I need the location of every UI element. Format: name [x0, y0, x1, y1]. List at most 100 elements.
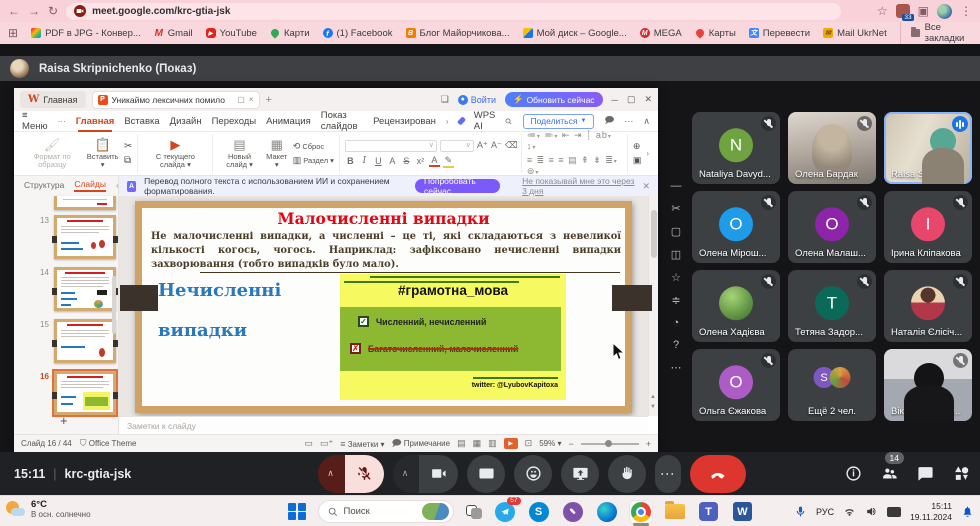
comment-toggle[interactable]: 🗩 Примечание — [392, 436, 451, 452]
more-dots-icon[interactable]: ⋯ — [671, 361, 682, 374]
next-slide-icon[interactable]: ▼ — [650, 404, 656, 410]
bookmark-item[interactable]: 文 Перевести — [748, 28, 810, 39]
close-icon[interactable]: ✕ — [644, 94, 652, 105]
add-slide-button[interactable]: + — [60, 413, 68, 428]
format-painter-button[interactable]: 🖌 Формат по образцу — [23, 138, 81, 170]
cut-icon[interactable]: ✂ — [124, 141, 132, 152]
theme-label[interactable]: ⛉ Office Theme — [80, 438, 137, 449]
taskbar-app-explorer[interactable] — [664, 501, 686, 523]
bold-button[interactable]: B — [345, 156, 356, 166]
participant-tile[interactable]: O Ольга Єжакова — [692, 349, 780, 421]
ribbon-tab-transitions[interactable]: Переходы — [212, 116, 257, 127]
dismiss-link[interactable]: Не показывай мне это через 3 дня — [522, 176, 634, 196]
text-box-icon[interactable]: ▣ — [633, 155, 642, 166]
normal-view-icon[interactable]: ▤ — [457, 438, 466, 449]
layout-button[interactable]: ▦ Макет ▾ — [266, 138, 288, 170]
wps-home-tab[interactable]: W Главная — [20, 91, 86, 108]
reset-button[interactable]: ⟲ Сброс — [293, 141, 334, 152]
section-button[interactable]: ▥ Раздел ▾ — [293, 155, 334, 166]
star-icon[interactable]: ☆ — [671, 271, 681, 284]
extension-icon[interactable]: 33 — [895, 4, 914, 21]
prev-slide-icon[interactable]: ▲ — [650, 394, 656, 400]
zoom-level[interactable]: 59% ▾ — [539, 439, 561, 448]
menu-dots-icon[interactable]: ⋮ — [960, 5, 972, 17]
history-clock-icon[interactable]: ◔ — [673, 317, 680, 329]
participant-tile[interactable]: T Тетяна Задор... — [788, 270, 876, 342]
back-icon[interactable]: ← — [8, 5, 20, 17]
ribbon-tab-design[interactable]: Дизайн — [170, 116, 202, 127]
search-icon[interactable] — [505, 116, 512, 127]
weather-widget[interactable]: 6°C В осн. солнечно — [6, 499, 91, 519]
more-options-button[interactable]: ⋮ — [655, 454, 681, 493]
bookmark-item[interactable]: f (1) Facebook — [322, 28, 393, 39]
ribbon-tab-animation[interactable]: Анимация — [266, 116, 311, 127]
participant-tile[interactable]: Олена Бардак — [788, 112, 876, 184]
bookmark-item[interactable]: M Gmail — [154, 28, 193, 39]
tray-clock[interactable]: 15:11 19.11.2024 — [910, 501, 952, 522]
menu-button[interactable]: ≡ Меню — [22, 110, 48, 132]
ribbon-expand-icon[interactable]: › — [646, 149, 649, 158]
taskbar-app-chrome[interactable] — [629, 500, 652, 526]
comments-icon[interactable]: ◫ — [671, 248, 681, 261]
ribbon-tab-slideshow[interactable]: Показ слайдов — [321, 110, 363, 132]
participant-tile[interactable]: I Ірина Кліпакова — [884, 191, 972, 263]
fit-slide-icon[interactable]: ⊡ — [525, 438, 533, 449]
ribbon-tab-insert[interactable]: Вставка — [124, 116, 159, 127]
try-now-button[interactable]: Попробовать сейчас — [415, 176, 501, 196]
participant-tile[interactable]: N Nataliya Davyd... — [692, 112, 780, 184]
taskbar-app-word[interactable]: W — [732, 501, 754, 523]
taskbar-app-skype[interactable]: S — [528, 501, 550, 523]
profile-avatar[interactable] — [937, 3, 952, 19]
zoom-slider[interactable] — [580, 440, 639, 447]
list-tools[interactable]: ≔▾ ≕▾ ⇤ ⇥ ┊ ab▾ ↕▾ — [527, 130, 622, 151]
participant-tile[interactable]: O Олена Мірош... — [692, 191, 780, 263]
more-dots-icon[interactable]: ⋯ — [58, 117, 66, 126]
share-button[interactable]: Поделиться ▼ — [522, 113, 595, 129]
camera-button[interactable] — [419, 454, 458, 493]
shirt-skin-icon[interactable]: ▢ — [671, 225, 681, 238]
align-tools[interactable]: ≡ ≣ ≡ ≡ ▤ ⇞ ⇟ ≣▾ ⊜▾ — [527, 155, 622, 177]
participant-tile[interactable]: Олена Хадієва — [692, 270, 780, 342]
participant-tile-speaking[interactable]: Raisa Skripnic... — [884, 112, 972, 184]
info-button[interactable] — [845, 465, 862, 482]
participant-tile[interactable]: O Олена Малаш... — [788, 191, 876, 263]
taskbar-app-viber[interactable] — [562, 501, 584, 523]
new-note-icon[interactable]: ▭⁺ — [320, 438, 333, 449]
bookmark-item[interactable]: ▶ YouTube — [205, 28, 257, 39]
forward-icon[interactable]: → — [28, 5, 40, 17]
chat-button[interactable] — [917, 465, 934, 482]
volume-icon[interactable] — [865, 505, 878, 518]
sign-in-button[interactable]: ● Войти — [457, 94, 496, 105]
all-bookmarks-button[interactable]: Все закладки — [899, 22, 972, 44]
people-button[interactable]: 14 — [881, 452, 904, 482]
strikethrough-button[interactable]: S — [401, 156, 412, 166]
slide-thumbnail-15[interactable]: 15 — [40, 319, 118, 363]
wps-document-tab[interactable]: P Уникаймо лексичних помило ▢ × — [91, 90, 260, 109]
zoom-out-icon[interactable]: − — [568, 439, 573, 449]
notes-toggle[interactable]: ≡ Заметки ▾ — [340, 439, 384, 449]
highlight-button[interactable]: ✎ — [442, 155, 454, 168]
present-screen-button[interactable] — [561, 454, 599, 493]
bookmark-item[interactable]: M MEGA — [639, 28, 682, 39]
taskbar-app-teams[interactable]: T — [698, 501, 720, 523]
taskbar-app-edge[interactable] — [596, 501, 618, 523]
taskbar-app-telegram[interactable]: 57 — [494, 496, 521, 523]
font-family-select[interactable] — [344, 139, 437, 152]
language-indicator[interactable]: РУС — [816, 507, 834, 517]
slide-thumbnail-partial[interactable] — [40, 196, 116, 210]
slideshow-play-button[interactable]: ▶ — [503, 438, 518, 449]
tab-close-icon[interactable]: × — [249, 95, 254, 104]
decrease-font-icon[interactable]: A⁻ — [491, 140, 502, 151]
participant-tile[interactable]: Наталія Єлісіч... — [884, 270, 972, 342]
slide-thumbnail-14[interactable]: 14 — [40, 267, 118, 311]
bookmark-item[interactable]: ✉ Mail UkrNet — [823, 28, 887, 39]
font-color-button[interactable]: A — [428, 155, 440, 167]
bookmark-item[interactable]: Карти — [269, 27, 310, 39]
more-dots-icon[interactable]: ⋯ — [624, 116, 633, 127]
task-view-button[interactable] — [465, 504, 482, 519]
tab-slides[interactable]: Слайды — [74, 179, 106, 192]
ribbon-tab-home[interactable]: Главная — [76, 116, 114, 132]
raise-hand-button[interactable] — [608, 454, 646, 493]
minimize-icon[interactable]: — — [671, 180, 682, 192]
notification-bell-icon[interactable] — [961, 505, 974, 518]
